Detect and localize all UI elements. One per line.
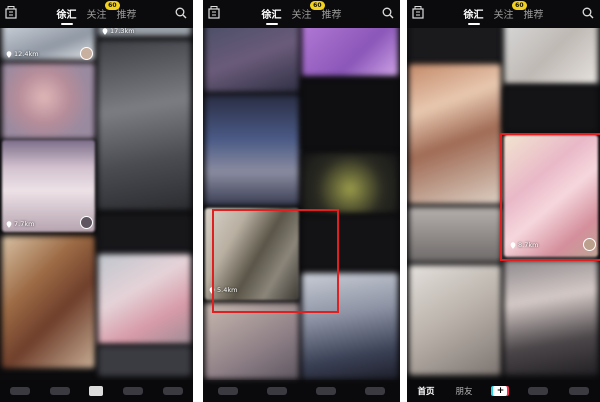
video-tile[interactable] — [98, 346, 191, 376]
app-screen-3: 徐汇 关注 60 推荐 8.7km 首页 朋友 + — [407, 0, 600, 402]
video-tile[interactable] — [205, 95, 299, 205]
bottom-nav — [0, 380, 193, 402]
highlight-box — [500, 133, 600, 261]
top-nav: 徐汇 关注 60 推荐 — [407, 0, 600, 28]
video-tile[interactable] — [2, 63, 95, 139]
tile-distance: 12.4km — [6, 50, 39, 58]
search-icon[interactable] — [582, 7, 594, 19]
video-tile[interactable] — [302, 22, 398, 76]
app-screen-2: 徐汇 关注 60 推荐 5.4km — [203, 0, 400, 402]
nav-item[interactable] — [217, 387, 238, 395]
video-tile[interactable] — [409, 207, 501, 262]
video-tile[interactable] — [302, 153, 398, 213]
feed-tabs: 徐汇 关注 60 推荐 — [0, 1, 193, 25]
top-nav: 徐汇 关注 60 推荐 — [0, 0, 193, 28]
location-pin-icon — [6, 50, 12, 58]
tab-following[interactable]: 关注 60 — [494, 1, 527, 21]
tab-recommended[interactable]: 推荐 — [117, 6, 137, 21]
video-tile[interactable] — [409, 265, 501, 375]
nav-item[interactable] — [569, 387, 590, 395]
search-icon[interactable] — [175, 7, 187, 19]
avatar[interactable] — [80, 47, 93, 60]
video-tile[interactable] — [409, 64, 501, 204]
video-tile[interactable] — [205, 22, 299, 92]
feed-tabs: 徐汇 关注 60 推荐 — [407, 1, 600, 25]
top-nav: 徐汇 关注 60 推荐 — [203, 0, 400, 28]
tile-distance: 17.3km — [102, 27, 135, 35]
video-tile[interactable] — [98, 40, 191, 210]
feed-tabs: 徐汇 关注 60 推荐 — [203, 1, 400, 25]
video-tile[interactable] — [98, 214, 191, 252]
bottom-nav: 首页 朋友 + — [407, 380, 600, 402]
location-pin-icon — [6, 220, 12, 228]
tab-local[interactable]: 徐汇 — [262, 6, 282, 25]
highlight-box — [212, 209, 339, 313]
app-screen-1: 徐汇 关注 60 推荐 12.4km 7.7km 17.3km — [0, 0, 193, 402]
plus-icon[interactable] — [89, 386, 104, 396]
nav-item[interactable] — [9, 387, 30, 395]
tab-recommended[interactable]: 推荐 — [524, 6, 544, 21]
nav-item[interactable] — [163, 387, 184, 395]
nav-home[interactable]: 首页 — [417, 385, 434, 397]
video-tile[interactable] — [205, 303, 299, 379]
nav-item[interactable] — [49, 387, 70, 395]
search-icon[interactable] — [382, 7, 394, 19]
video-tile[interactable] — [504, 22, 598, 84]
tab-local[interactable]: 徐汇 — [57, 6, 77, 25]
nav-item[interactable] — [365, 387, 386, 395]
bottom-nav — [203, 380, 400, 402]
tab-local[interactable]: 徐汇 — [464, 6, 484, 25]
nav-item[interactable] — [266, 387, 287, 395]
tile-distance: 7.7km — [6, 220, 34, 228]
nav-friends[interactable]: 朋友 — [455, 385, 472, 397]
screenshot-composite: 徐汇 关注 60 推荐 12.4km 7.7km 17.3km 徐汇 关注 60… — [0, 0, 600, 402]
nav-item[interactable] — [316, 387, 337, 395]
location-pin-icon — [102, 27, 108, 35]
nav-item[interactable] — [123, 387, 144, 395]
plus-icon[interactable]: + — [493, 386, 508, 396]
nav-item[interactable] — [528, 387, 549, 395]
tab-recommended[interactable]: 推荐 — [322, 6, 342, 21]
video-tile[interactable] — [2, 236, 95, 368]
video-tile[interactable] — [98, 254, 191, 344]
tab-following[interactable]: 关注 60 — [87, 1, 120, 21]
avatar[interactable] — [80, 216, 93, 229]
video-tile[interactable] — [504, 86, 598, 132]
video-tile[interactable] — [504, 260, 598, 375]
video-tile[interactable] — [302, 80, 398, 150]
video-tile[interactable] — [409, 22, 501, 62]
tab-following[interactable]: 关注 60 — [292, 1, 325, 21]
